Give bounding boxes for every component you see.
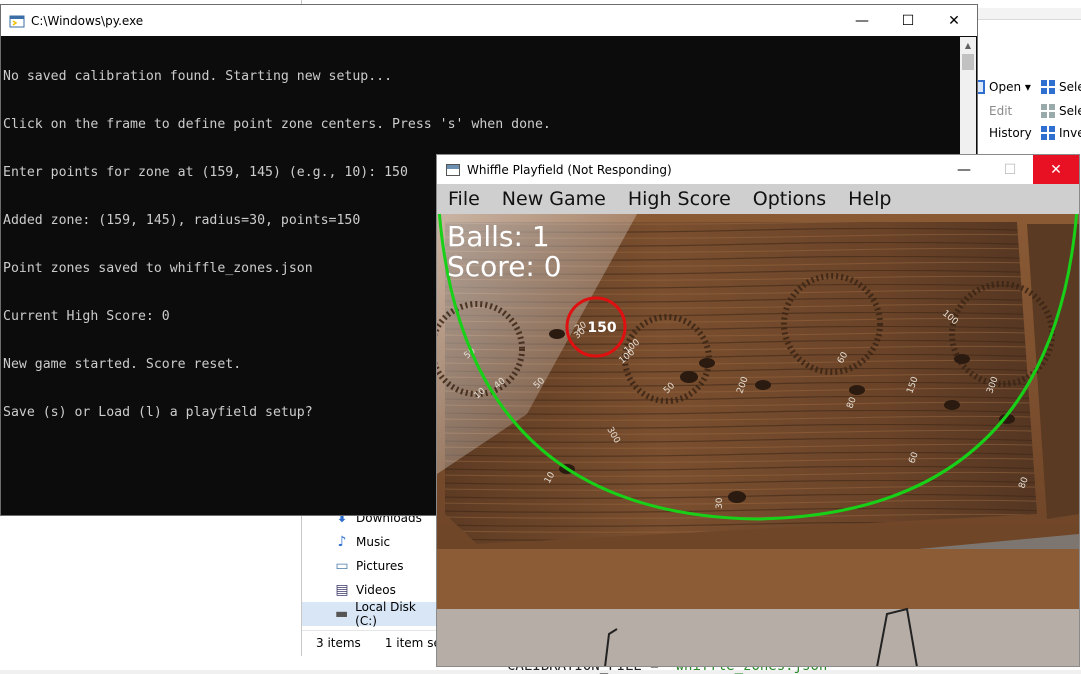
close-button[interactable]: ✕ bbox=[1033, 155, 1079, 184]
playfield-image: 50 100 30 50 300 100 50 200 60 80 150 10… bbox=[437, 214, 1079, 666]
whiffle-game-window[interactable]: Whiffle Playfield (Not Responding) — ☐ ✕… bbox=[436, 154, 1080, 667]
console-line: No saved calibration found. Starting new… bbox=[3, 69, 393, 84]
edit-label: Edit bbox=[989, 104, 1013, 118]
select-all-label: Sele bbox=[1059, 80, 1081, 94]
nav-label: Music bbox=[356, 535, 391, 549]
videos-icon: ▤ bbox=[335, 582, 349, 598]
console-line: Click on the frame to define point zone … bbox=[3, 117, 551, 132]
board-front-rail bbox=[437, 549, 1079, 609]
floor-foreground bbox=[437, 609, 1079, 666]
game-title: Whiffle Playfield (Not Responding) bbox=[467, 162, 672, 177]
menu-options[interactable]: Options bbox=[753, 188, 826, 210]
scroll-up-icon[interactable]: ▲ bbox=[960, 37, 976, 53]
music-icon: ♪ bbox=[337, 534, 347, 550]
history-button[interactable]: History bbox=[971, 126, 1032, 140]
open-button[interactable]: Open ▾ bbox=[971, 80, 1031, 94]
close-button[interactable]: ✕ bbox=[931, 5, 977, 36]
explorer-nav-pane: ⬇ Downloads ♪ Music ▭ Pictures ▤ Videos ▬ Loc… bbox=[302, 510, 437, 628]
maximize-icon: ☐ bbox=[1003, 161, 1017, 178]
maximize-icon: ☐ bbox=[901, 12, 915, 29]
select-none-icon bbox=[1041, 104, 1055, 118]
nav-item-music[interactable]: ♪ Music bbox=[302, 530, 437, 554]
explorer-ribbon: Open ▾ Edit History Sele Sele Inve bbox=[968, 8, 1081, 168]
console-titlebar[interactable]: C:\Windows\py.exe — ☐ ✕ bbox=[1, 5, 977, 36]
history-label: History bbox=[989, 126, 1032, 140]
explorer-status-bar: 3 items 1 item selec bbox=[302, 630, 437, 654]
game-window-controls: — ☐ ✕ bbox=[941, 155, 1079, 186]
playfield-canvas[interactable]: 50 100 30 50 300 100 50 200 60 80 150 10… bbox=[437, 214, 1079, 666]
console-window-controls: — ☐ ✕ bbox=[839, 5, 977, 36]
game-titlebar[interactable]: Whiffle Playfield (Not Responding) — ☐ ✕ bbox=[437, 155, 1079, 184]
scroll-thumb[interactable] bbox=[962, 54, 974, 70]
menu-help[interactable]: Help bbox=[848, 188, 891, 210]
minimize-button[interactable]: — bbox=[941, 155, 987, 184]
close-icon: ✕ bbox=[1050, 161, 1062, 178]
game-menu-bar: File New Game High Score Options Help bbox=[437, 184, 1079, 214]
hud-score: Score: 0 bbox=[447, 250, 562, 283]
menu-file[interactable]: File bbox=[448, 188, 480, 210]
nav-item-videos[interactable]: ▤ Videos bbox=[302, 578, 437, 602]
nav-label: Pictures bbox=[356, 559, 404, 573]
nav-label: Local Disk (C:) bbox=[355, 600, 416, 628]
nav-label: Videos bbox=[356, 583, 396, 597]
ribbon-tab-strip bbox=[968, 8, 1081, 20]
nav-item-local-disk[interactable]: ▬ Local Disk (C:) bbox=[302, 600, 437, 628]
select-all-icon bbox=[1041, 80, 1055, 94]
select-all-button[interactable]: Sele bbox=[1041, 80, 1081, 94]
invert-selection-label: Inve bbox=[1059, 126, 1081, 140]
hud-balls: Balls: 1 bbox=[447, 220, 550, 253]
python-console-icon bbox=[9, 15, 25, 27]
open-label: Open ▾ bbox=[989, 80, 1031, 94]
menu-high-score[interactable]: High Score bbox=[628, 188, 731, 210]
maximize-button[interactable]: ☐ bbox=[885, 5, 931, 36]
minimize-button[interactable]: — bbox=[839, 5, 885, 36]
close-icon: ✕ bbox=[948, 12, 960, 29]
maximize-button[interactable]: ☐ bbox=[987, 155, 1033, 184]
window-app-icon bbox=[446, 163, 460, 176]
menu-new-game[interactable]: New Game bbox=[502, 188, 606, 210]
drive-icon: ▬ bbox=[334, 606, 349, 622]
status-item-count: 3 items bbox=[316, 635, 361, 650]
status-selected-count: 1 item selec bbox=[384, 635, 437, 650]
minimize-icon: — bbox=[855, 12, 869, 29]
nav-item-pictures[interactable]: ▭ Pictures bbox=[302, 554, 437, 578]
board-label: 30 bbox=[715, 497, 725, 509]
minimize-icon: — bbox=[957, 161, 971, 178]
select-none-label: Sele bbox=[1059, 104, 1081, 118]
zone-points-label: 150 bbox=[587, 320, 616, 336]
invert-selection-icon bbox=[1041, 126, 1055, 140]
select-none-button[interactable]: Sele bbox=[1041, 104, 1081, 118]
invert-selection-button[interactable]: Inve bbox=[1041, 126, 1081, 140]
pictures-icon: ▭ bbox=[335, 558, 349, 574]
console-title: C:\Windows\py.exe bbox=[31, 13, 144, 28]
